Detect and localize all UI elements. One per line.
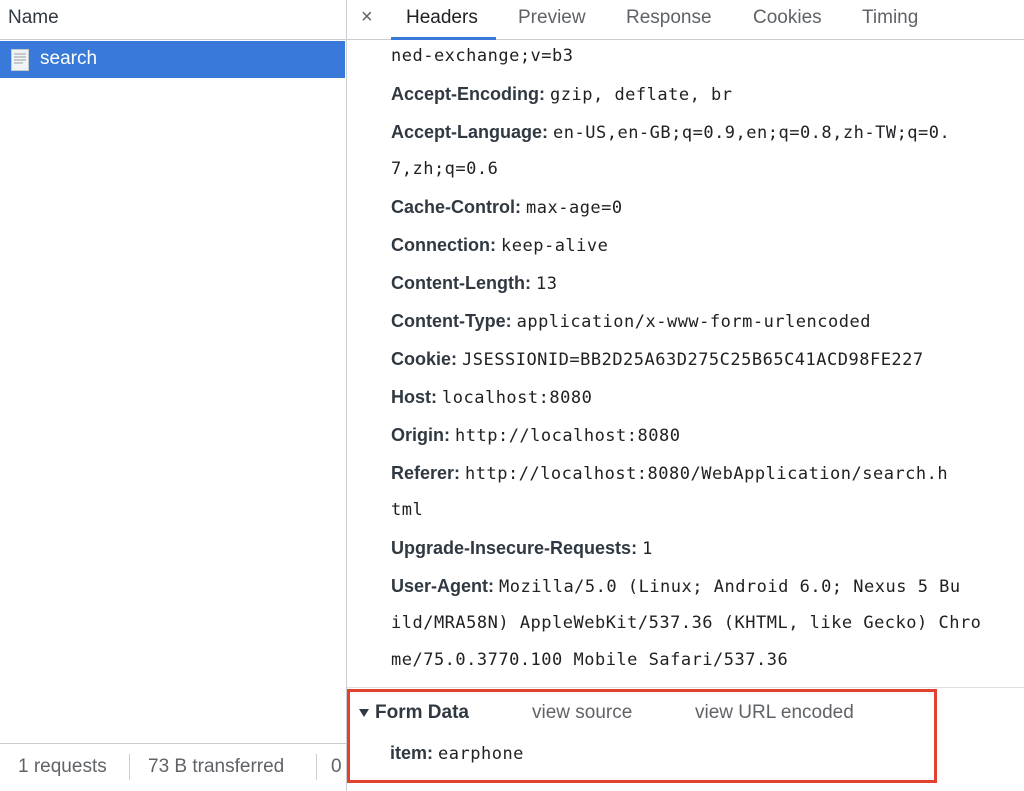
header-row: Content-Type: application/x-www-form-url…: [391, 310, 871, 333]
header-row: Accept-Language: en-US,en-GB;q=0.9,en;q=…: [391, 121, 950, 144]
header-row: Content-Length: 13: [391, 272, 557, 295]
header-row: Upgrade-Insecure-Requests: 1: [391, 537, 653, 560]
details-tabbar: × Headers Preview Response Cookies Timin…: [347, 0, 1024, 40]
tab-preview[interactable]: Preview: [518, 7, 586, 29]
header-value-continuation: ned-exchange;v=b3: [391, 46, 574, 66]
request-details-panel: × Headers Preview Response Cookies Timin…: [347, 0, 1024, 791]
form-data-row: item: earphone: [390, 743, 524, 764]
header-value: http://localhost:8080: [455, 426, 681, 446]
status-separator: [316, 754, 317, 780]
request-list-header: Name: [0, 0, 346, 40]
view-source-link[interactable]: view source: [532, 702, 632, 724]
header-value: http://localhost:8080/WebApplication/sea…: [465, 464, 949, 484]
header-value: application/x-www-form-urlencoded: [516, 312, 871, 332]
header-row: Accept-Encoding: gzip, deflate, br: [391, 83, 733, 106]
form-data-title[interactable]: Form Data: [375, 702, 469, 724]
form-data-key: item:: [390, 743, 434, 763]
tab-headers[interactable]: Headers: [406, 7, 478, 29]
header-key: Content-Length:: [391, 273, 531, 293]
status-separator: [129, 754, 130, 780]
header-value-continuation: 7,zh;q=0.6: [391, 159, 499, 179]
form-data-section: Form Data view source view URL encoded i…: [347, 689, 937, 783]
section-divider: [347, 687, 1024, 688]
header-key: User-Agent:: [391, 576, 495, 596]
header-value-continuation: ild/MRA58N) AppleWebKit/537.36 (KHTML, l…: [391, 613, 982, 633]
close-icon[interactable]: ×: [361, 6, 373, 29]
request-name: search: [40, 48, 98, 69]
request-list-panel: Name search 1 requests 73 B transferred …: [0, 0, 346, 791]
header-key: Accept-Encoding:: [391, 84, 546, 104]
request-row-search[interactable]: search: [0, 41, 345, 78]
view-url-encoded-link[interactable]: view URL encoded: [695, 702, 854, 724]
status-extra: 0: [331, 756, 342, 777]
header-row: Cache-Control: max-age=0: [391, 196, 623, 219]
header-key: Cookie:: [391, 349, 458, 369]
header-value-continuation: me/75.0.3770.100 Mobile Safari/537.36: [391, 650, 789, 670]
header-value: 1: [642, 539, 653, 559]
request-count: 1 requests: [18, 756, 107, 777]
header-row: Cookie: JSESSIONID=BB2D25A63D275C25B65C4…: [391, 348, 924, 371]
header-key: Connection:: [391, 235, 496, 255]
header-value: JSESSIONID=BB2D25A63D275C25B65C41ACD98FE…: [462, 350, 924, 370]
network-status-bar: 1 requests 73 B transferred 0: [0, 743, 346, 791]
header-value: gzip, deflate, br: [550, 85, 733, 105]
header-key: Referer:: [391, 463, 461, 483]
header-row: User-Agent: Mozilla/5.0 (Linux; Android …: [391, 575, 961, 598]
header-value: en-US,en-GB;q=0.9,en;q=0.8,zh-TW;q=0.: [553, 123, 951, 143]
tab-cookies[interactable]: Cookies: [753, 7, 822, 29]
header-key: Content-Type:: [391, 311, 512, 331]
header-value: max-age=0: [526, 198, 623, 218]
header-key: Origin:: [391, 425, 450, 445]
transferred-size: 73 B transferred: [148, 756, 285, 777]
header-key: Upgrade-Insecure-Requests:: [391, 538, 638, 558]
tab-timing[interactable]: Timing: [862, 7, 918, 29]
tab-response[interactable]: Response: [626, 7, 712, 29]
header-value-continuation: tml: [391, 500, 424, 520]
collapse-triangle-icon[interactable]: [359, 709, 369, 717]
header-key: Host:: [391, 387, 437, 407]
header-value: keep-alive: [501, 236, 609, 256]
header-row: Origin: http://localhost:8080: [391, 424, 680, 447]
active-tab-indicator: [391, 37, 496, 40]
form-data-value: earphone: [438, 744, 524, 764]
name-column-header[interactable]: Name: [8, 7, 59, 29]
header-row: Host: localhost:8080: [391, 386, 592, 409]
header-value: localhost:8080: [442, 388, 593, 408]
header-value: Mozilla/5.0 (Linux; Android 6.0; Nexus 5…: [499, 577, 961, 597]
document-icon: [11, 49, 29, 71]
header-row: Referer: http://localhost:8080/WebApplic…: [391, 462, 948, 485]
header-key: Accept-Language:: [391, 122, 549, 142]
header-value: 13: [535, 274, 558, 294]
header-row: Connection: keep-alive: [391, 234, 608, 257]
header-key: Cache-Control:: [391, 197, 521, 217]
